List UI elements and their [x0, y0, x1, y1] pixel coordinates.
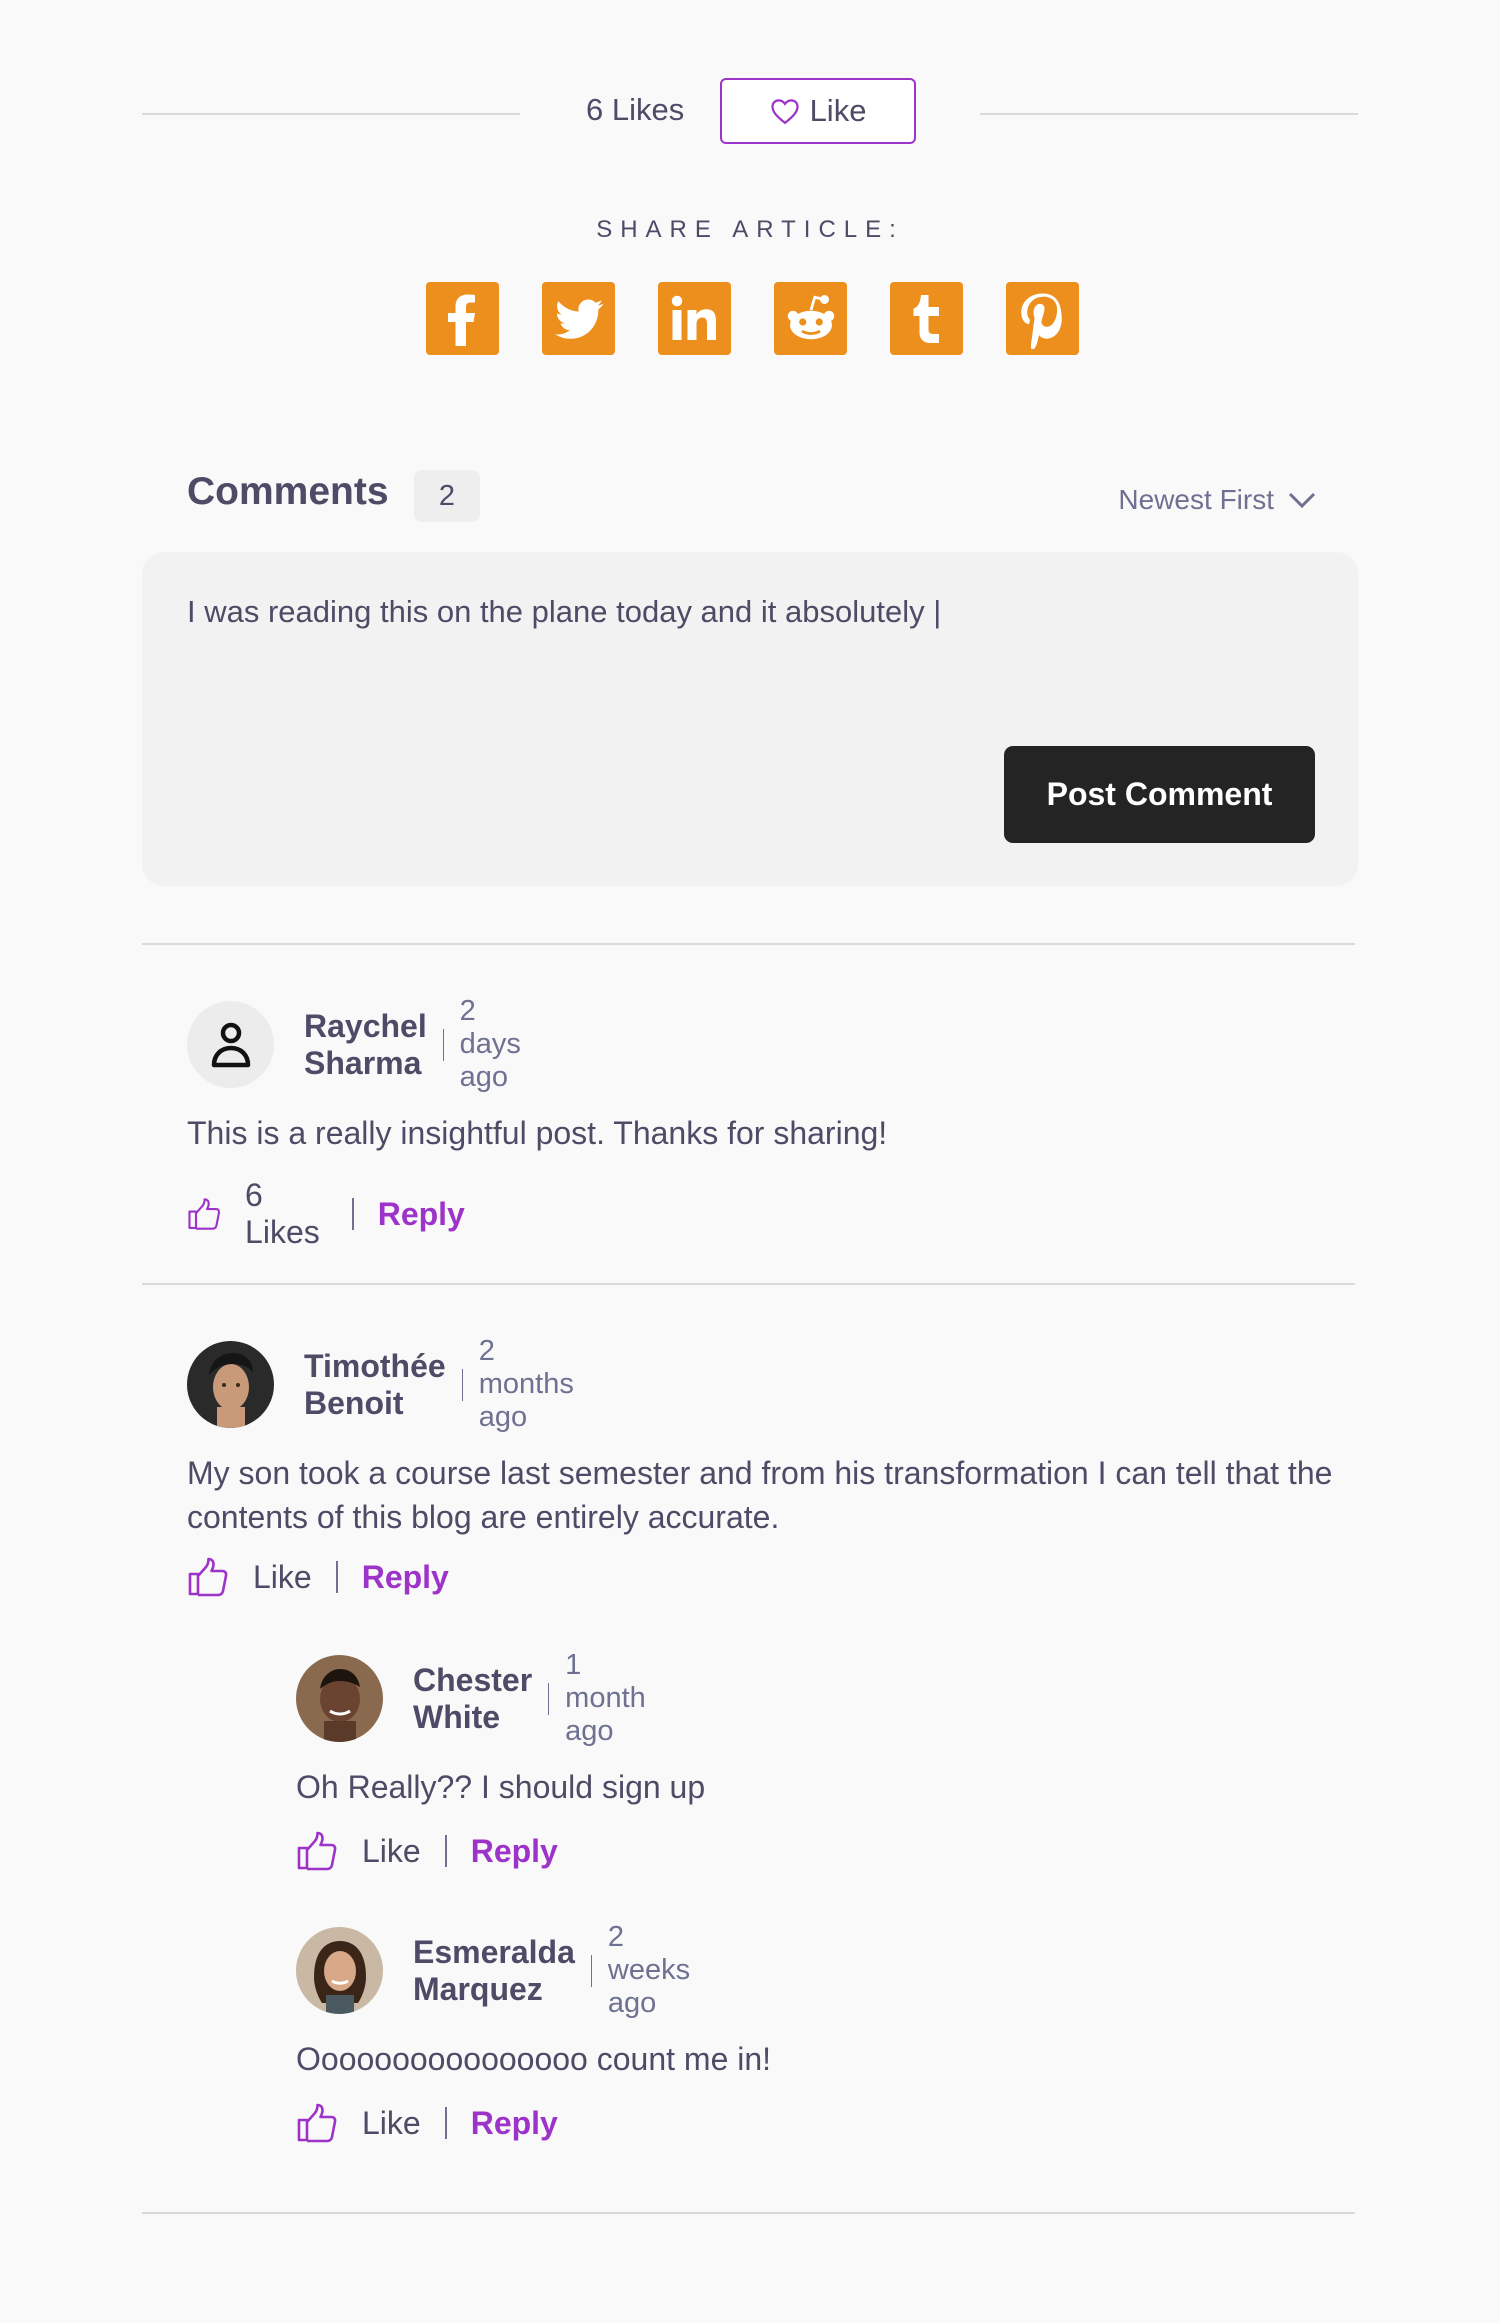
comment-likes[interactable]: Like [362, 1833, 421, 1870]
comment-header: Raychel Sharma 2 days ago [187, 995, 522, 1093]
reply-button[interactable]: Reply [471, 2105, 558, 2142]
comment-author[interactable]: Esmeralda Marquez [413, 1934, 575, 2008]
comment-time: 2 months ago [478, 1335, 574, 1433]
comment-header: Chester White 1 month ago [296, 1649, 647, 1747]
user-icon [211, 1022, 250, 1067]
divider-line [980, 113, 1358, 115]
comment-time: 2 weeks ago [607, 1921, 691, 2019]
avatar-photo [296, 1655, 383, 1742]
article-likes-count: 6 Likes [586, 92, 685, 127]
comment-actions: Like Reply [296, 1831, 558, 1871]
like-article-button[interactable]: Like [720, 78, 916, 144]
thumbs-up-icon[interactable] [296, 2103, 340, 2143]
avatar [296, 1655, 383, 1742]
divider [142, 2212, 1355, 2214]
separator [444, 1835, 447, 1867]
linkedin-icon[interactable] [658, 282, 731, 355]
comment-actions: 6 Likes Reply [187, 1177, 465, 1251]
thumbs-up-icon[interactable] [187, 1557, 231, 1597]
comment-header: Esmeralda Marquez 2 weeks ago [296, 1921, 691, 2019]
like-button-label: Like [809, 93, 867, 128]
reply-button[interactable]: Reply [362, 1559, 449, 1596]
thumbs-up-icon[interactable] [187, 1194, 223, 1234]
sort-dropdown[interactable]: Newest First [1118, 484, 1316, 516]
avatar [187, 1341, 274, 1428]
twitter-icon[interactable] [542, 282, 615, 355]
comment-actions: Like Reply [187, 1557, 449, 1597]
comment-input[interactable]: I was reading this on the plane today an… [187, 594, 1287, 630]
comment-text: My son took a course last semester and f… [187, 1455, 1333, 1535]
share-icons [426, 282, 1079, 355]
post-comment-button[interactable]: Post Comment [1004, 746, 1315, 843]
comment-text: Oooooooooooooooo count me in! [296, 2041, 772, 2077]
reply-button[interactable]: Reply [471, 1833, 558, 1870]
comment-likes[interactable]: Like [253, 1559, 312, 1596]
avatar-photo [296, 1927, 383, 2014]
comment-form: I was reading this on the plane today an… [142, 552, 1358, 886]
comment-text: This is a really insightful post. Thanks… [187, 1115, 888, 1151]
comment-author[interactable]: Raychel Sharma [304, 1008, 427, 1082]
pinterest-icon[interactable] [1006, 282, 1079, 355]
comment-text: Oh Really?? I should sign up [296, 1769, 706, 1805]
separator [442, 1028, 444, 1061]
separator [461, 1368, 463, 1401]
comment-actions: Like Reply [296, 2103, 558, 2143]
thumbs-up-icon[interactable] [296, 1831, 340, 1871]
reddit-icon[interactable] [774, 282, 847, 355]
avatar [296, 1927, 383, 2014]
comment-likes[interactable]: 6 Likes [245, 1177, 328, 1251]
comment-time: 1 month ago [565, 1649, 646, 1747]
reply-button[interactable]: Reply [378, 1196, 465, 1233]
comments-title: Comments [187, 470, 389, 513]
facebook-icon[interactable] [426, 282, 499, 355]
comment-header: Timothée Benoit 2 months ago [187, 1335, 575, 1433]
chevron-down-icon [1288, 492, 1316, 509]
divider-line [142, 113, 520, 115]
comments-count-badge: 2 [414, 470, 480, 522]
heart-icon [770, 99, 799, 125]
comment-likes[interactable]: Like [362, 2105, 421, 2142]
tumblr-icon[interactable] [890, 282, 963, 355]
likes-row: 6 Likes Like [142, 78, 1358, 144]
sort-label: Newest First [1118, 484, 1274, 515]
divider [142, 943, 1355, 945]
avatar-photo [187, 1341, 274, 1428]
separator [590, 1954, 592, 1987]
share-title: SHARE ARTICLE: [596, 216, 904, 243]
avatar [187, 1001, 274, 1088]
separator [335, 1561, 338, 1593]
separator [444, 2107, 447, 2139]
separator [548, 1682, 550, 1715]
comment-time: 2 days ago [459, 995, 521, 1093]
separator [352, 1198, 354, 1230]
comment-author[interactable]: Timothée Benoit [304, 1348, 446, 1422]
divider [142, 1283, 1355, 1285]
comment-author[interactable]: Chester White [413, 1662, 532, 1736]
